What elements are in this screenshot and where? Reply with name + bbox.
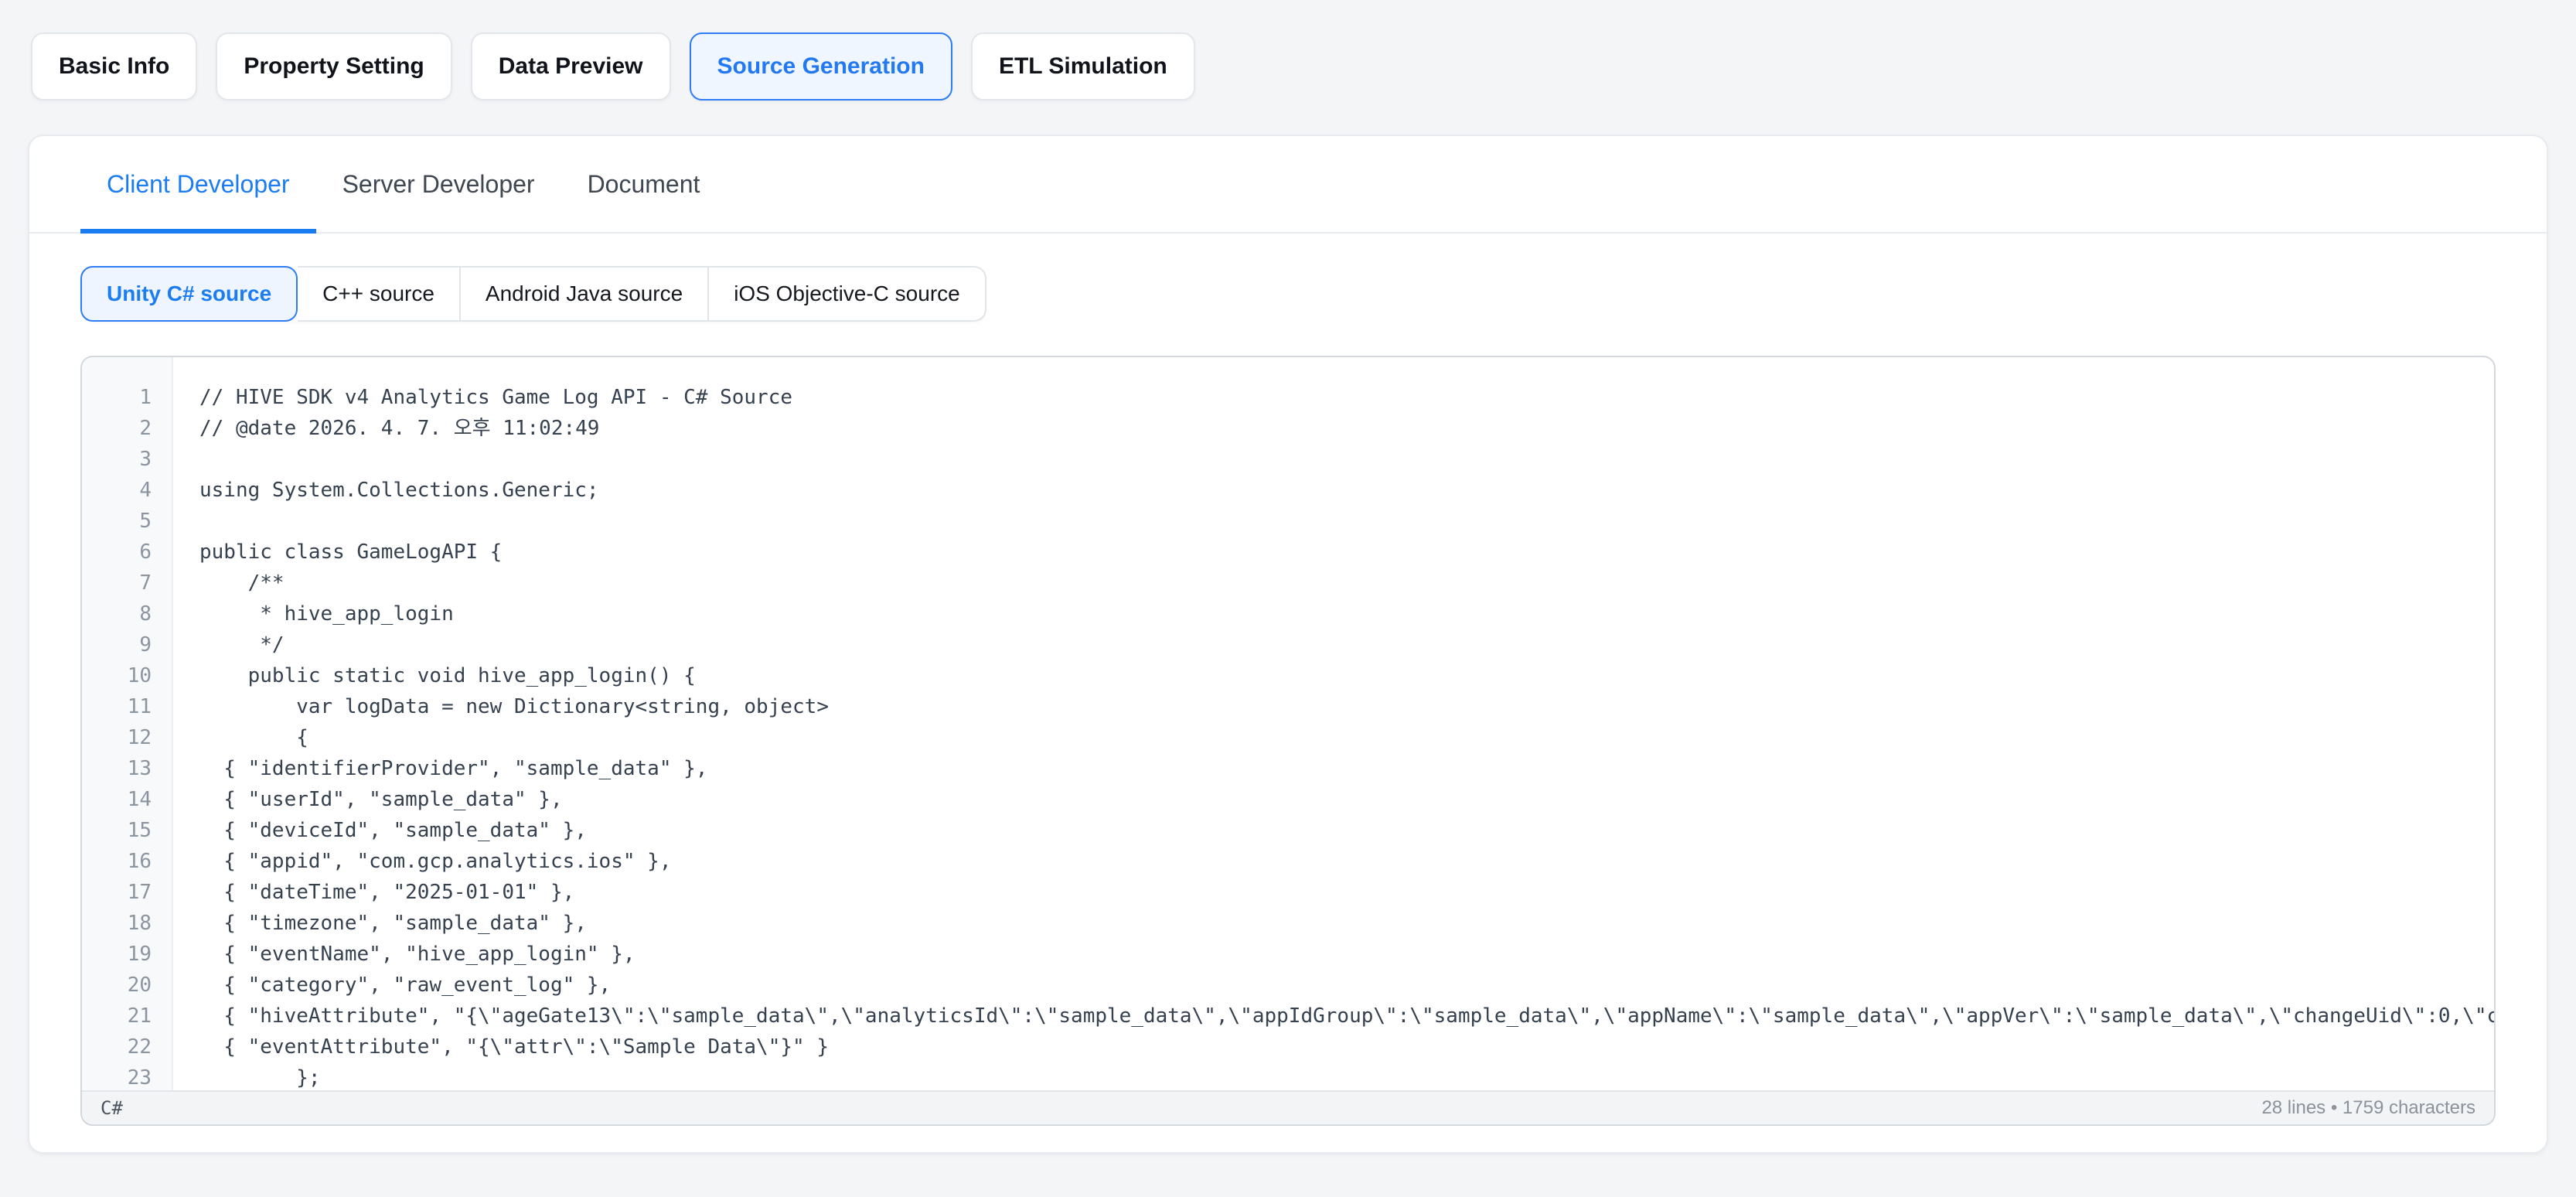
line-number: 14 (82, 784, 152, 815)
client-developer-content: Unity C# sourceC++ sourceAndroid Java so… (29, 234, 2547, 1126)
line-number: 2 (82, 413, 152, 444)
code-text: // HIVE SDK v4 Analytics Game Log API - … (199, 382, 2494, 1090)
nav-button-basic-info[interactable]: Basic Info (31, 32, 197, 101)
source-tab-ios-objective-c-source[interactable]: iOS Objective-C source (709, 266, 986, 322)
line-number: 9 (82, 629, 152, 660)
tab-server-developer[interactable]: Server Developer (316, 136, 561, 232)
line-number: 18 (82, 908, 152, 939)
nav-button-property-setting[interactable]: Property Setting (216, 32, 451, 101)
code-status-bar: C# 28 lines • 1759 characters (82, 1090, 2494, 1124)
line-number: 6 (82, 537, 152, 568)
code-pane[interactable]: // HIVE SDK v4 Analytics Game Log API - … (173, 357, 2494, 1090)
nav-button-source-generation[interactable]: Source Generation (690, 32, 952, 101)
source-generation-panel: Client DeveloperServer DeveloperDocument… (28, 135, 2548, 1154)
code-viewer: 1234567891011121314151617181920212223 //… (80, 356, 2496, 1126)
source-language-switcher: Unity C# sourceC++ sourceAndroid Java so… (80, 266, 986, 322)
line-number: 19 (82, 939, 152, 970)
line-number: 10 (82, 660, 152, 691)
line-number: 11 (82, 691, 152, 722)
line-number: 8 (82, 598, 152, 629)
line-number: 15 (82, 815, 152, 846)
line-number: 16 (82, 846, 152, 877)
source-tab-android-java-source[interactable]: Android Java source (461, 266, 709, 322)
nav-button-etl-simulation[interactable]: ETL Simulation (971, 32, 1195, 101)
code-stats: 28 lines • 1759 characters (2261, 1097, 2475, 1119)
line-number: 20 (82, 970, 152, 1001)
tab-document[interactable]: Document (561, 136, 727, 232)
nav-button-data-preview[interactable]: Data Preview (471, 32, 671, 101)
line-number: 3 (82, 444, 152, 475)
line-number: 13 (82, 753, 152, 784)
line-number: 1 (82, 382, 152, 413)
line-number: 7 (82, 568, 152, 598)
code-body: 1234567891011121314151617181920212223 //… (82, 357, 2494, 1090)
line-number: 21 (82, 1001, 152, 1032)
line-number-gutter: 1234567891011121314151617181920212223 (82, 357, 173, 1090)
developer-tab-bar: Client DeveloperServer DeveloperDocument (29, 136, 2547, 234)
source-tab-unity-c-source[interactable]: Unity C# source (80, 266, 298, 322)
language-badge: C# (101, 1097, 123, 1119)
line-number: 12 (82, 722, 152, 753)
line-number: 23 (82, 1062, 152, 1090)
line-number: 22 (82, 1032, 152, 1062)
line-number: 5 (82, 506, 152, 537)
line-number: 17 (82, 877, 152, 908)
page-nav: Basic Info Property Setting Data Preview So… (0, 0, 2576, 101)
line-number: 4 (82, 475, 152, 506)
source-tab-c-source[interactable]: C++ source (298, 266, 461, 322)
tab-client-developer[interactable]: Client Developer (80, 136, 316, 232)
